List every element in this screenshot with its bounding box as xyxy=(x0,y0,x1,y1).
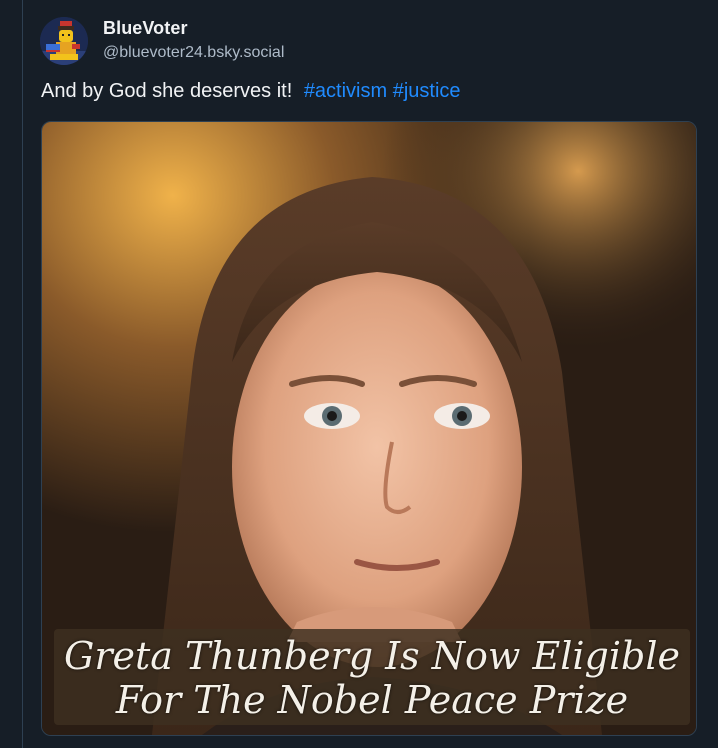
author-display-name[interactable]: BlueVoter xyxy=(103,18,188,39)
post-text: And by God she deserves it! #activism #j… xyxy=(41,80,461,103)
post-body-text: And by God she deserves it! xyxy=(41,80,293,102)
post-image[interactable]: Greta Thunberg Is Now Eligible For The N… xyxy=(41,121,697,736)
feed-page: BlueVoter @bluevoter24.bsky.social And b… xyxy=(0,0,718,748)
image-caption-line-1: Greta Thunberg Is Now Eligible xyxy=(64,634,680,678)
hashtag-activism[interactable]: #activism xyxy=(304,80,387,102)
author-handle[interactable]: @bluevoter24.bsky.social xyxy=(103,44,284,62)
avatar[interactable] xyxy=(40,17,88,65)
image-caption-line-2: For The Nobel Peace Prize xyxy=(115,678,629,722)
post-card[interactable]: BlueVoter @bluevoter24.bsky.social And b… xyxy=(23,0,718,748)
lego-minifigure-icon xyxy=(40,17,88,65)
hashtag-justice[interactable]: #justice xyxy=(393,80,461,102)
